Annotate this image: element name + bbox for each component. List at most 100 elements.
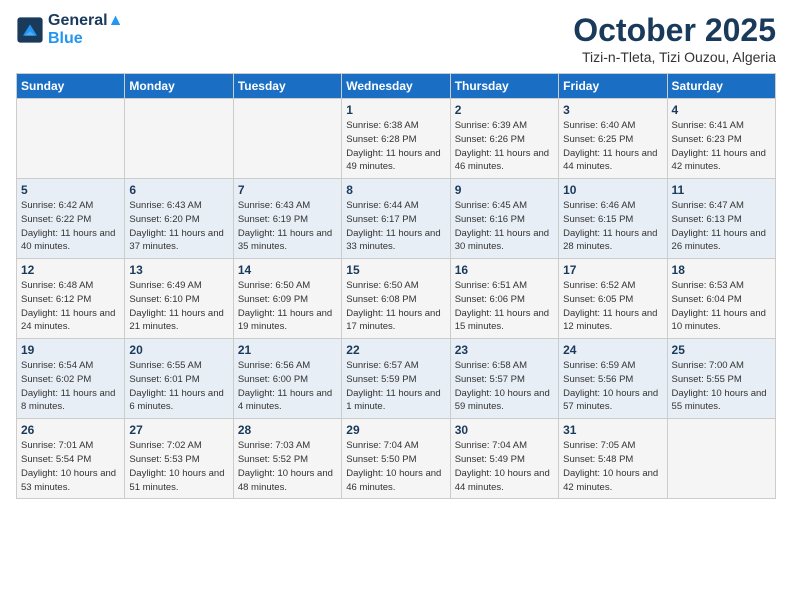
day-info: Sunrise: 6:49 AMSunset: 6:10 PMDaylight:… bbox=[129, 279, 228, 334]
day-number: 26 bbox=[21, 423, 120, 437]
day-number: 23 bbox=[455, 343, 554, 357]
day-info: Sunrise: 6:52 AMSunset: 6:05 PMDaylight:… bbox=[563, 279, 662, 334]
day-info: Sunrise: 6:40 AMSunset: 6:25 PMDaylight:… bbox=[563, 119, 662, 174]
day-cell: 5Sunrise: 6:42 AMSunset: 6:22 PMDaylight… bbox=[17, 179, 125, 259]
day-info: Sunrise: 7:00 AMSunset: 5:55 PMDaylight:… bbox=[672, 359, 771, 414]
day-number: 15 bbox=[346, 263, 445, 277]
day-info: Sunrise: 6:42 AMSunset: 6:22 PMDaylight:… bbox=[21, 199, 120, 254]
header-row: SundayMondayTuesdayWednesdayThursdayFrid… bbox=[17, 74, 776, 99]
day-number: 6 bbox=[129, 183, 228, 197]
day-cell: 22Sunrise: 6:57 AMSunset: 5:59 PMDayligh… bbox=[342, 339, 450, 419]
day-info: Sunrise: 7:01 AMSunset: 5:54 PMDaylight:… bbox=[21, 439, 120, 494]
day-cell: 11 Sunrise: 6:47 AMSunset: 6:13 PMDayligh… bbox=[667, 179, 775, 259]
day-info: Sunrise: 6:50 AMSunset: 6:09 PMDaylight:… bbox=[238, 279, 337, 334]
logo-text: General▲ Blue bbox=[48, 12, 123, 48]
day-number: 10 bbox=[563, 183, 662, 197]
day-cell: 4Sunrise: 6:41 AMSunset: 6:23 PMDaylight… bbox=[667, 99, 775, 179]
day-number: 17 bbox=[563, 263, 662, 277]
logo-icon bbox=[16, 16, 44, 44]
day-number: 21 bbox=[238, 343, 337, 357]
calendar-container: General▲ Blue October 2025 Tizi-n-Tleta,… bbox=[0, 0, 792, 612]
day-cell: 18 Sunrise: 6:53 AMSunset: 6:04 PMDayligh… bbox=[667, 259, 775, 339]
day-info: Sunrise: 6:41 AMSunset: 6:23 PMDaylight:… bbox=[672, 119, 771, 174]
day-info: Sunrise: 7:03 AMSunset: 5:52 PMDaylight:… bbox=[238, 439, 337, 494]
week-row-1: 5Sunrise: 6:42 AMSunset: 6:22 PMDaylight… bbox=[17, 179, 776, 259]
day-info: Sunrise: 6:53 AMSunset: 6:04 PMDaylight:… bbox=[672, 279, 771, 334]
day-cell: 31Sunrise: 7:05 AMSunset: 5:48 PMDayligh… bbox=[559, 419, 667, 499]
day-info: Sunrise: 6:43 AMSunset: 6:19 PMDaylight:… bbox=[238, 199, 337, 254]
day-number: 20 bbox=[129, 343, 228, 357]
day-number: 12 bbox=[21, 263, 120, 277]
day-info: Sunrise: 6:48 AMSunset: 6:12 PMDaylight:… bbox=[21, 279, 120, 334]
day-cell: 8 Sunrise: 6:44 AMSunset: 6:17 PMDaylight… bbox=[342, 179, 450, 259]
day-cell: 9 Sunrise: 6:45 AMSunset: 6:16 PMDaylight… bbox=[450, 179, 558, 259]
day-cell: 26 Sunrise: 7:01 AMSunset: 5:54 PMDayligh… bbox=[17, 419, 125, 499]
week-row-2: 12 Sunrise: 6:48 AMSunset: 6:12 PMDayligh… bbox=[17, 259, 776, 339]
day-info: Sunrise: 7:05 AMSunset: 5:48 PMDaylight:… bbox=[563, 439, 662, 494]
day-cell: 20Sunrise: 6:55 AMSunset: 6:01 PMDayligh… bbox=[125, 339, 233, 419]
day-cell bbox=[125, 99, 233, 179]
day-cell: 19 Sunrise: 6:54 AMSunset: 6:02 PMDayligh… bbox=[17, 339, 125, 419]
day-info: Sunrise: 6:59 AMSunset: 5:56 PMDaylight:… bbox=[563, 359, 662, 414]
header-day-saturday: Saturday bbox=[667, 74, 775, 99]
day-number: 3 bbox=[563, 103, 662, 117]
week-row-0: 1Sunrise: 6:38 AMSunset: 6:28 PMDaylight… bbox=[17, 99, 776, 179]
day-cell: 10 Sunrise: 6:46 AMSunset: 6:15 PMDayligh… bbox=[559, 179, 667, 259]
day-info: Sunrise: 6:45 AMSunset: 6:16 PMDaylight:… bbox=[455, 199, 554, 254]
day-cell bbox=[17, 99, 125, 179]
header-day-thursday: Thursday bbox=[450, 74, 558, 99]
day-info: Sunrise: 6:50 AMSunset: 6:08 PMDaylight:… bbox=[346, 279, 445, 334]
day-number: 1 bbox=[346, 103, 445, 117]
header-day-sunday: Sunday bbox=[17, 74, 125, 99]
day-info: Sunrise: 6:46 AMSunset: 6:15 PMDaylight:… bbox=[563, 199, 662, 254]
day-cell: 15 Sunrise: 6:50 AMSunset: 6:08 PMDayligh… bbox=[342, 259, 450, 339]
day-number: 25 bbox=[672, 343, 771, 357]
day-number: 27 bbox=[129, 423, 228, 437]
day-info: Sunrise: 6:47 AMSunset: 6:13 PMDaylight:… bbox=[672, 199, 771, 254]
day-number: 9 bbox=[455, 183, 554, 197]
day-number: 19 bbox=[21, 343, 120, 357]
day-cell: 30 Sunrise: 7:04 AMSunset: 5:49 PMDayligh… bbox=[450, 419, 558, 499]
day-cell: 16Sunrise: 6:51 AMSunset: 6:06 PMDayligh… bbox=[450, 259, 558, 339]
day-cell: 14Sunrise: 6:50 AMSunset: 6:09 PMDayligh… bbox=[233, 259, 341, 339]
day-info: Sunrise: 6:57 AMSunset: 5:59 PMDaylight:… bbox=[346, 359, 445, 414]
day-cell: 3 Sunrise: 6:40 AMSunset: 6:25 PMDaylight… bbox=[559, 99, 667, 179]
day-cell: 1Sunrise: 6:38 AMSunset: 6:28 PMDaylight… bbox=[342, 99, 450, 179]
day-info: Sunrise: 7:04 AMSunset: 5:49 PMDaylight:… bbox=[455, 439, 554, 494]
day-info: Sunrise: 6:56 AMSunset: 6:00 PMDaylight:… bbox=[238, 359, 337, 414]
day-number: 24 bbox=[563, 343, 662, 357]
day-info: Sunrise: 6:51 AMSunset: 6:06 PMDaylight:… bbox=[455, 279, 554, 334]
day-cell: 29 Sunrise: 7:04 AMSunset: 5:50 PMDayligh… bbox=[342, 419, 450, 499]
day-info: Sunrise: 6:58 AMSunset: 5:57 PMDaylight:… bbox=[455, 359, 554, 414]
day-info: Sunrise: 6:43 AMSunset: 6:20 PMDaylight:… bbox=[129, 199, 228, 254]
day-cell bbox=[233, 99, 341, 179]
day-cell: 17 Sunrise: 6:52 AMSunset: 6:05 PMDayligh… bbox=[559, 259, 667, 339]
day-number: 7 bbox=[238, 183, 337, 197]
day-number: 18 bbox=[672, 263, 771, 277]
day-number: 29 bbox=[346, 423, 445, 437]
day-cell: 13 Sunrise: 6:49 AMSunset: 6:10 PMDayligh… bbox=[125, 259, 233, 339]
title-block: October 2025 Tizi-n-Tleta, Tizi Ouzou, A… bbox=[573, 12, 776, 65]
day-cell bbox=[667, 419, 775, 499]
day-cell: 7 Sunrise: 6:43 AMSunset: 6:19 PMDaylight… bbox=[233, 179, 341, 259]
day-cell: 27 Sunrise: 7:02 AMSunset: 5:53 PMDayligh… bbox=[125, 419, 233, 499]
day-cell: 25 Sunrise: 7:00 AMSunset: 5:55 PMDayligh… bbox=[667, 339, 775, 419]
day-info: Sunrise: 6:44 AMSunset: 6:17 PMDaylight:… bbox=[346, 199, 445, 254]
logo: General▲ Blue bbox=[16, 12, 123, 48]
header-day-wednesday: Wednesday bbox=[342, 74, 450, 99]
calendar-table: SundayMondayTuesdayWednesdayThursdayFrid… bbox=[16, 73, 776, 499]
day-info: Sunrise: 7:04 AMSunset: 5:50 PMDaylight:… bbox=[346, 439, 445, 494]
day-number: 30 bbox=[455, 423, 554, 437]
day-number: 11 bbox=[672, 183, 771, 197]
day-info: Sunrise: 7:02 AMSunset: 5:53 PMDaylight:… bbox=[129, 439, 228, 494]
week-row-4: 26 Sunrise: 7:01 AMSunset: 5:54 PMDayligh… bbox=[17, 419, 776, 499]
day-number: 13 bbox=[129, 263, 228, 277]
header-day-friday: Friday bbox=[559, 74, 667, 99]
day-number: 8 bbox=[346, 183, 445, 197]
day-cell: 24 Sunrise: 6:59 AMSunset: 5:56 PMDayligh… bbox=[559, 339, 667, 419]
header-day-monday: Monday bbox=[125, 74, 233, 99]
location: Tizi-n-Tleta, Tizi Ouzou, Algeria bbox=[573, 49, 776, 65]
day-info: Sunrise: 6:54 AMSunset: 6:02 PMDaylight:… bbox=[21, 359, 120, 414]
day-info: Sunrise: 6:39 AMSunset: 6:26 PMDaylight:… bbox=[455, 119, 554, 174]
header: General▲ Blue October 2025 Tizi-n-Tleta,… bbox=[16, 12, 776, 65]
